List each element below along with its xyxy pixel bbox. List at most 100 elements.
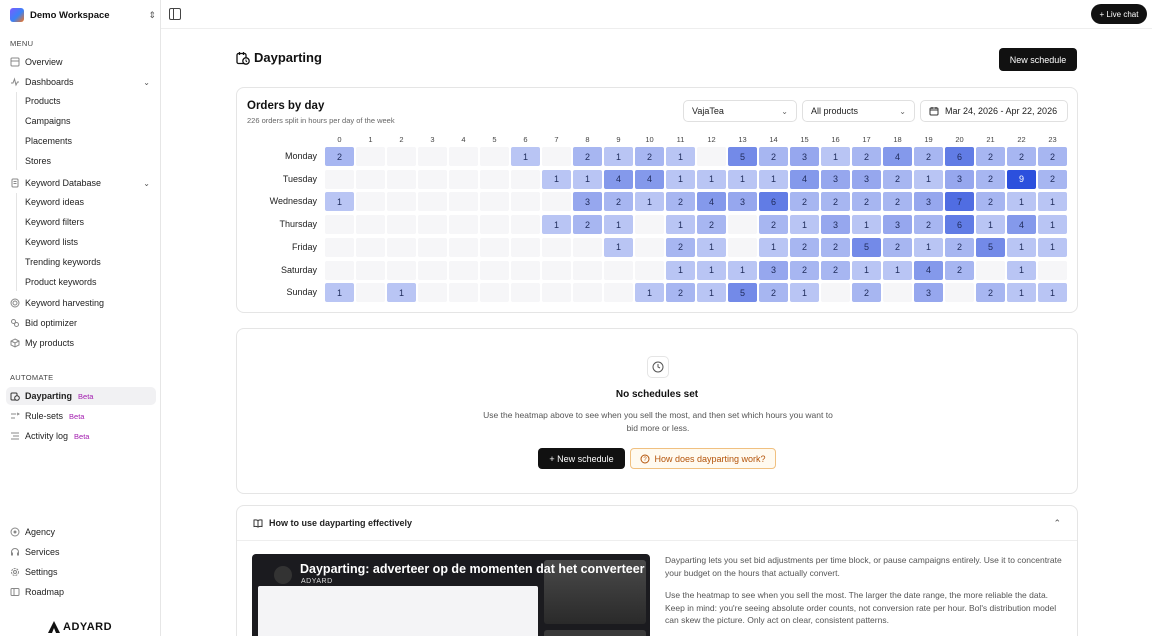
product-select[interactable]: All products ⌄ bbox=[802, 100, 915, 122]
sidebar-item-settings[interactable]: Settings bbox=[6, 563, 156, 581]
heatmap-day-label: Sunday bbox=[286, 287, 317, 298]
store-select[interactable]: VajaTea ⌄ bbox=[683, 100, 797, 122]
sidebar-item-label: Agency bbox=[25, 527, 56, 537]
new-schedule-secondary-button[interactable]: + New schedule bbox=[538, 448, 625, 469]
heatmap-cell bbox=[356, 215, 385, 235]
heatmap-cell: 1 bbox=[728, 260, 757, 280]
new-schedule-button[interactable]: New schedule bbox=[999, 48, 1077, 71]
heatmap-cell bbox=[418, 169, 447, 189]
card-subtitle: 226 orders split in hours per day of the… bbox=[247, 116, 395, 125]
heatmap-cell bbox=[480, 237, 509, 257]
how-dayparting-works-button[interactable]: ? How does dayparting work? bbox=[630, 448, 776, 469]
calendar-clock-icon bbox=[236, 51, 250, 65]
heatmap-cell bbox=[945, 283, 974, 303]
sidebar-item-stores[interactable]: Stores bbox=[6, 152, 156, 170]
heatmap-cell: 1 bbox=[1007, 283, 1036, 303]
heatmap-cell bbox=[883, 283, 912, 303]
heatmap-cell bbox=[542, 192, 571, 212]
sidebar-item-keyword-lists[interactable]: Keyword lists bbox=[6, 233, 156, 251]
sidebar: Demo Workspace ⇕ MENU Overview Dashboard… bbox=[0, 0, 161, 636]
sidebar-item-services[interactable]: Services bbox=[6, 543, 156, 561]
heatmap-hour-label: 19 bbox=[924, 135, 933, 144]
heatmap-cell: 2 bbox=[604, 192, 633, 212]
howto-title-text: How to use dayparting effectively bbox=[269, 518, 413, 528]
heatmap-cell: 2 bbox=[1038, 169, 1067, 189]
sidebar-item-product-keywords[interactable]: Product keywords bbox=[6, 273, 156, 291]
heatmap-cell: 1 bbox=[1038, 192, 1067, 212]
heatmap-cell bbox=[480, 283, 509, 303]
sidebar-item-bid-optimizer[interactable]: Bid optimizer bbox=[6, 314, 156, 332]
heatmap-cell: 1 bbox=[1007, 192, 1036, 212]
sidebar-item-keyword-filters[interactable]: Keyword filters bbox=[6, 213, 156, 231]
sidebar-item-keyword-harvesting[interactable]: Keyword harvesting bbox=[6, 294, 156, 312]
sidebar-item-dashboards[interactable]: Dashboards ⌄ bbox=[6, 73, 156, 91]
heatmap-cell bbox=[449, 237, 478, 257]
heatmap-cell: 2 bbox=[759, 215, 788, 235]
heatmap-cell: 1 bbox=[604, 147, 633, 166]
sidebar-item-dayparting[interactable]: Dayparting Beta bbox=[6, 387, 156, 405]
heatmap-cell bbox=[573, 237, 602, 257]
sidebar-item-my-products[interactable]: My products bbox=[6, 334, 156, 352]
heatmap-cell: 2 bbox=[666, 237, 695, 257]
beta-badge: Beta bbox=[74, 431, 90, 441]
howto-video[interactable]: Dayparting: adverteer op de momenten dat… bbox=[252, 554, 650, 636]
heatmap-hour-label: 8 bbox=[585, 135, 590, 144]
howto-header[interactable]: How to use dayparting effectively bbox=[253, 518, 412, 528]
heatmap-cell bbox=[449, 169, 478, 189]
agency-icon bbox=[10, 527, 20, 537]
heatmap-cell bbox=[418, 260, 447, 280]
sidebar-item-label: Overview bbox=[25, 57, 63, 67]
brand-name: ADYARD bbox=[63, 621, 113, 633]
sidebar-item-label: Keyword harvesting bbox=[25, 298, 105, 308]
heatmap-cell: 3 bbox=[945, 169, 974, 189]
date-range-picker[interactable]: Mar 24, 2026 - Apr 22, 2026 bbox=[920, 100, 1068, 122]
sidebar-item-campaigns[interactable]: Campaigns bbox=[6, 112, 156, 130]
heatmap-cell: 3 bbox=[821, 215, 850, 235]
sidebar-item-activity-log[interactable]: Activity log Beta bbox=[6, 427, 156, 445]
heatmap-cell: 3 bbox=[852, 169, 881, 189]
sidebar-item-label: Settings bbox=[25, 567, 58, 577]
live-chat-button[interactable]: + Live chat bbox=[1091, 4, 1147, 24]
heatmap-cell: 1 bbox=[666, 169, 695, 189]
sidebar-item-trending-keywords[interactable]: Trending keywords bbox=[6, 253, 156, 271]
heatmap-cell: 2 bbox=[883, 169, 912, 189]
workspace-switcher[interactable]: Demo Workspace ⇕ bbox=[10, 6, 156, 24]
heatmap-cell bbox=[449, 260, 478, 280]
heatmap-cell bbox=[511, 237, 540, 257]
heatmap-cell: 2 bbox=[759, 283, 788, 303]
heatmap-cell bbox=[480, 192, 509, 212]
sidebar-item-keyword-database[interactable]: Keyword Database ⌄ bbox=[6, 174, 156, 192]
heatmap-cell: 1 bbox=[325, 283, 354, 303]
heatmap-cell bbox=[511, 192, 540, 212]
sidebar-item-roadmap[interactable]: Roadmap bbox=[6, 583, 156, 601]
sidebar-item-agency[interactable]: Agency bbox=[6, 523, 156, 541]
heatmap-cell: 3 bbox=[914, 192, 943, 212]
sidebar-item-overview[interactable]: Overview bbox=[6, 53, 156, 71]
sidebar-toggle-icon[interactable] bbox=[169, 8, 181, 20]
heatmap-cell: 1 bbox=[728, 169, 757, 189]
page-title-text: Dayparting bbox=[254, 50, 322, 65]
sidebar-item-keyword-ideas[interactable]: Keyword ideas bbox=[6, 193, 156, 211]
heatmap-cell bbox=[387, 260, 416, 280]
heatmap-day-label: Monday bbox=[284, 151, 317, 161]
heatmap-cell: 2 bbox=[573, 215, 602, 235]
sidebar-item-label: Dayparting bbox=[25, 391, 73, 401]
sidebar-item-label: Campaigns bbox=[25, 116, 71, 126]
empty-state-title: No schedules set bbox=[615, 389, 699, 400]
howto-paragraph-1: Dayparting lets you set bid adjustments … bbox=[665, 555, 1062, 578]
heatmap-cell: 2 bbox=[883, 192, 912, 212]
chevron-up-icon[interactable]: ⌃ bbox=[1053, 518, 1061, 529]
how-dayparting-works-label: How does dayparting work? bbox=[654, 453, 766, 464]
sidebar-item-products[interactable]: Products bbox=[6, 92, 156, 110]
heatmap-cell: 1 bbox=[604, 215, 633, 235]
sidebar-item-placements[interactable]: Placements bbox=[6, 132, 156, 150]
sidebar-item-rule-sets[interactable]: Rule-sets Beta bbox=[6, 407, 156, 425]
heatmap-cell bbox=[542, 147, 571, 166]
heatmap-cell bbox=[542, 260, 571, 280]
automate-section-label: AUTOMATE bbox=[10, 373, 54, 382]
heatmap-cell: 3 bbox=[883, 215, 912, 235]
orders-by-day-card: Orders by day 226 orders split in hours … bbox=[236, 87, 1078, 313]
adyard-logo-icon bbox=[48, 621, 60, 633]
heatmap-day-label: Saturday bbox=[280, 264, 317, 275]
sidebar-item-label: Placements bbox=[25, 136, 73, 146]
